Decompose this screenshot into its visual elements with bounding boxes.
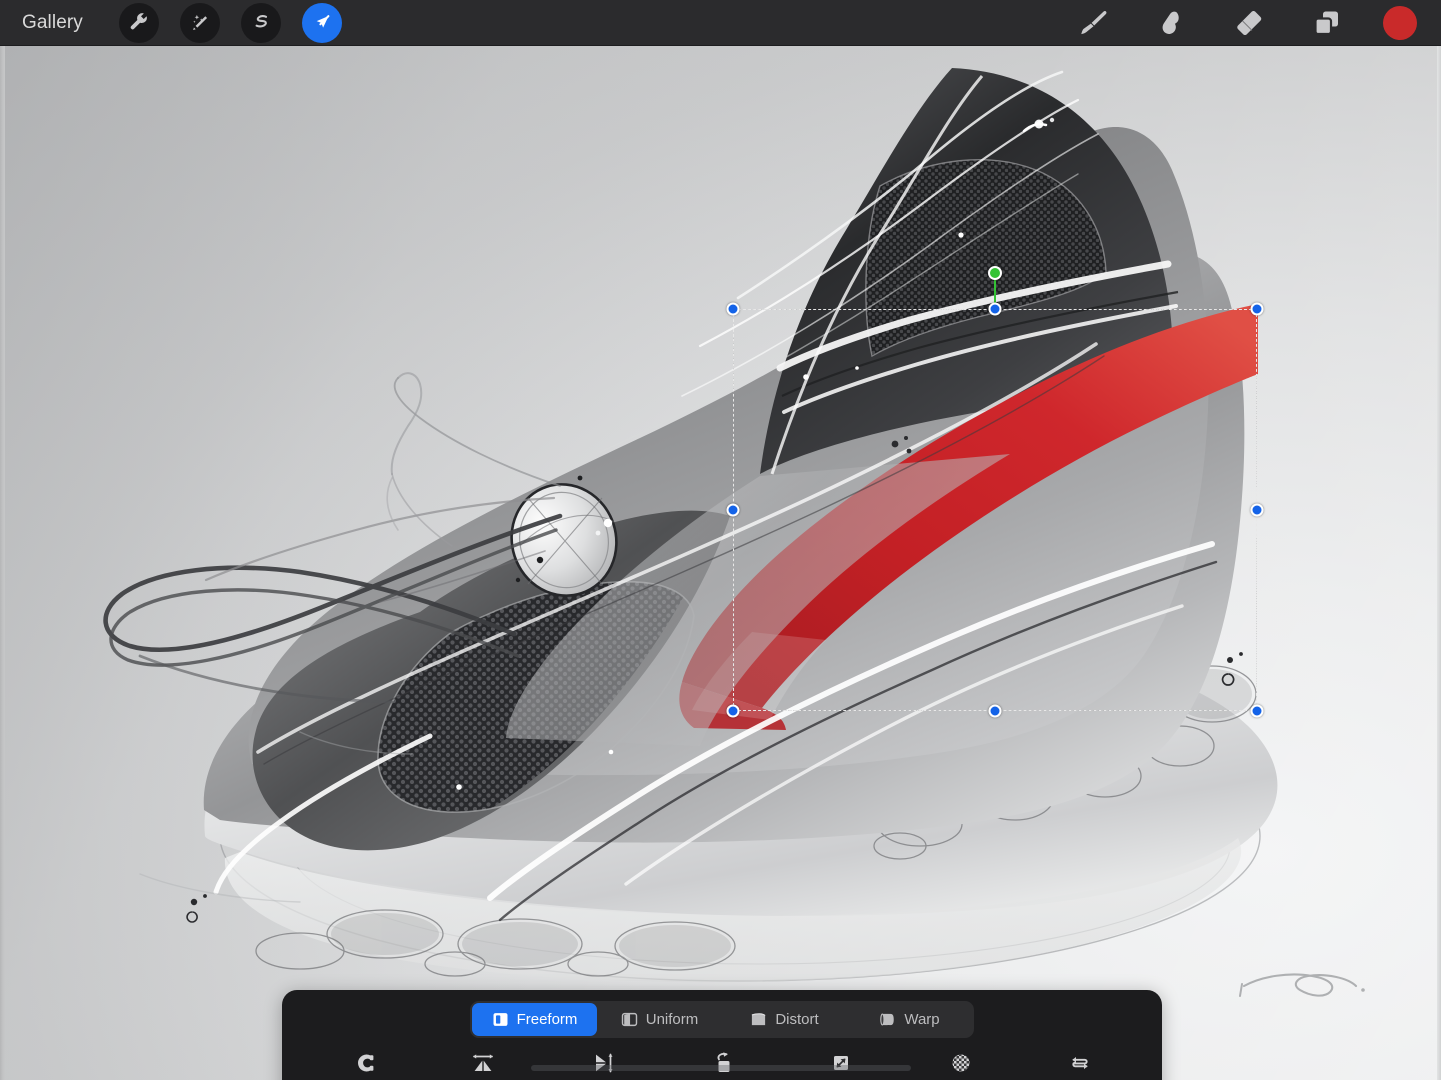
rotate-45-icon	[709, 1050, 735, 1076]
smudge-button[interactable]	[1149, 3, 1193, 43]
paint-button[interactable]	[1071, 3, 1115, 43]
color-swatch[interactable]	[1383, 5, 1417, 40]
rotate-handle[interactable]	[988, 266, 1002, 280]
flip-vertical-button[interactable]: Flip Vertical	[543, 1046, 662, 1080]
layers-icon	[1314, 11, 1338, 35]
adjustments-button[interactable]	[179, 2, 220, 43]
magnetics-button[interactable]: Magnetics	[304, 1046, 423, 1080]
actions-button[interactable]	[118, 2, 159, 43]
fit-to-screen-icon	[828, 1050, 854, 1076]
handle-bottom-left[interactable]	[726, 704, 740, 718]
tab-freeform[interactable]: Freeform	[472, 1003, 597, 1036]
flip-vertical-icon	[590, 1050, 616, 1076]
handle-bottom-center[interactable]	[988, 704, 1002, 718]
home-indicator[interactable]	[530, 1065, 911, 1071]
left-tool-group	[118, 2, 342, 43]
wrench-icon	[130, 12, 147, 29]
sneaker-artwork	[0, 46, 1441, 1080]
tab-freeform-label: Freeform	[516, 1011, 578, 1028]
handle-top-left[interactable]	[726, 302, 740, 316]
selection-button[interactable]	[240, 2, 281, 43]
transform-mode-segmented-control: Freeform Uniform Distort Warp	[470, 1001, 974, 1038]
tab-warp[interactable]: Warp	[847, 1003, 972, 1036]
procreate-app: Gallery Freeform Uniform Distort Warp	[0, 0, 1441, 1080]
tab-uniform-label: Uniform	[645, 1011, 699, 1028]
s-curve-selection-icon	[255, 14, 267, 27]
transform-actions-row: Magnetics Flip Horizontal	[282, 1046, 1162, 1080]
drawing-canvas[interactable]: Freeform Uniform Distort Warp	[0, 46, 1441, 1080]
flip-horizontal-button[interactable]: Flip Horizontal	[423, 1046, 542, 1080]
flip-horizontal-icon	[470, 1050, 496, 1076]
gallery-button[interactable]: Gallery	[16, 8, 89, 38]
eraser-icon	[1237, 10, 1262, 35]
uniform-icon	[621, 1012, 637, 1027]
tab-distort-label: Distort	[775, 1011, 819, 1028]
paintbrush-icon	[1081, 10, 1107, 34]
smudge-icon	[1162, 11, 1179, 34]
tab-uniform[interactable]: Uniform	[597, 1003, 722, 1036]
freeform-icon	[493, 1013, 508, 1026]
handle-top-right[interactable]	[1250, 302, 1264, 316]
tab-distort[interactable]: Distort	[722, 1003, 847, 1036]
top-toolbar: Gallery	[0, 0, 1441, 46]
reset-icon	[1067, 1050, 1093, 1076]
distort-icon	[752, 1013, 766, 1026]
handle-bottom-right[interactable]	[1250, 704, 1264, 718]
handle-middle-left[interactable]	[726, 503, 740, 517]
erase-button[interactable]	[1227, 3, 1271, 43]
handle-middle-right[interactable]	[1250, 503, 1264, 517]
fit-to-screen-button[interactable]: Fit to Screen	[782, 1046, 901, 1080]
bilinear-icon	[948, 1050, 974, 1076]
magic-wand-icon	[193, 14, 207, 30]
arrow-transform-icon	[316, 14, 330, 28]
magnet-icon	[351, 1050, 377, 1076]
artist-signature	[1239, 973, 1365, 997]
layers-button[interactable]	[1305, 3, 1349, 43]
warp-icon	[880, 1013, 895, 1026]
transform-button[interactable]	[301, 2, 342, 43]
reset-button[interactable]: Reset	[1021, 1046, 1140, 1080]
handle-top-center[interactable]	[988, 302, 1002, 316]
rotate-45-button[interactable]: Rotate 45°	[662, 1046, 781, 1080]
bilinear-button[interactable]: Bilinear	[901, 1046, 1020, 1080]
tab-warp-label: Warp	[904, 1011, 940, 1028]
right-tool-group	[1071, 3, 1417, 43]
